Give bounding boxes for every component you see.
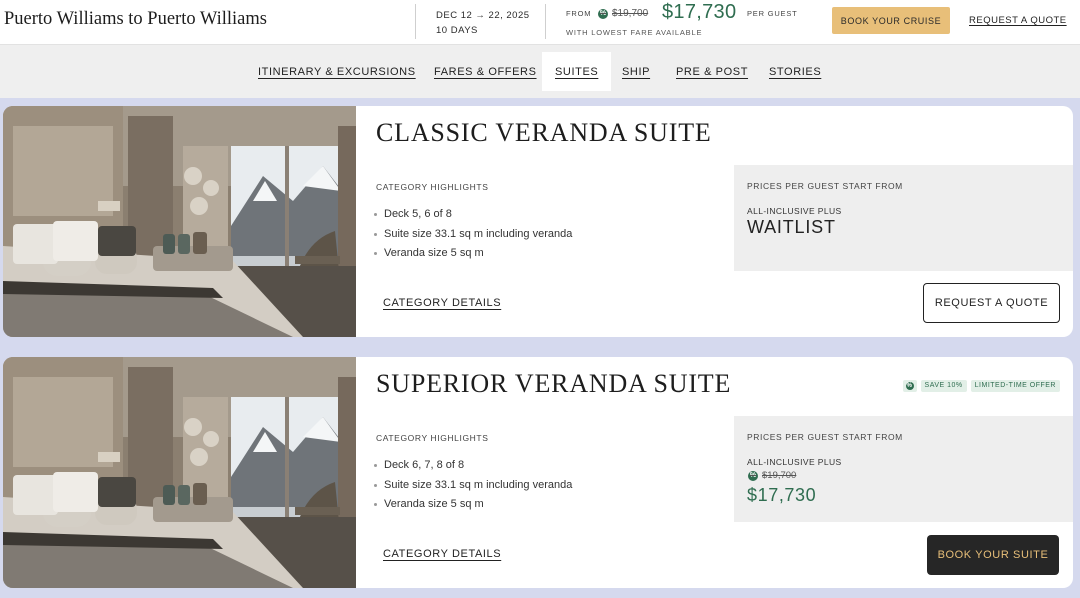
suite-title: SUPERIOR VERANDA SUITE: [376, 369, 732, 398]
highlights-list: Deck 5, 6 of 8 Suite size 33.1 sq m incl…: [374, 205, 572, 264]
lowest-fare-note: WITH LOWEST FARE AVAILABLE: [566, 28, 703, 37]
suite-card: CLASSIC VERANDA SUITE CATEGORY HIGHLIGHT…: [3, 106, 1073, 337]
highlight-item: Deck 5, 6 of 8: [374, 205, 572, 225]
original-price: % $19,700: [598, 8, 648, 19]
tab-suites[interactable]: SUITES: [542, 52, 612, 91]
highlight-item: Suite size 33.1 sq m including veranda: [374, 476, 572, 496]
current-price: $17,730: [662, 1, 737, 23]
highlight-item: Veranda size 5 sq m: [374, 495, 572, 515]
per-guest-label: PER GUEST: [747, 9, 798, 18]
section-nav: ITINERARY & EXCURSIONS FARES & OFFERS SU…: [0, 44, 1080, 98]
category-details-link[interactable]: CATEGORY DETAILS: [383, 548, 501, 560]
discount-badge-icon: %: [598, 8, 608, 19]
suite-photo[interactable]: [3, 106, 356, 337]
suite-price: $17,730: [747, 485, 817, 505]
voyage-title: Puerto Williams to Puerto Williams: [4, 9, 267, 29]
fare-tier: ALL-INCLUSIVE PLUS: [747, 206, 842, 216]
suite-photo[interactable]: [3, 357, 356, 588]
tab-ship[interactable]: SHIP: [622, 52, 650, 91]
book-cruise-button[interactable]: BOOK YOUR CRUISE: [832, 7, 950, 34]
original-price: % $19,700: [748, 470, 796, 481]
book-suite-button[interactable]: BOOK YOUR SUITE: [927, 535, 1059, 575]
date-range: DEC 12 → 22, 2025: [436, 10, 530, 21]
voyage-duration: 10 DAYS: [436, 25, 478, 36]
from-label: FROM: [566, 9, 592, 18]
price-panel: PRICES PER GUEST START FROM ALL-INCLUSIV…: [734, 165, 1073, 271]
availability-status: WAITLIST: [747, 217, 836, 237]
divider: [415, 4, 416, 39]
highlight-item: Deck 6, 7, 8 of 8: [374, 456, 572, 476]
discount-badge-icon: %: [905, 382, 914, 390]
highlight-item: Suite size 33.1 sq m including veranda: [374, 225, 572, 245]
highlights-label: CATEGORY HIGHLIGHTS: [376, 182, 489, 192]
highlight-item: Veranda size 5 sq m: [374, 244, 572, 264]
fare-tier: ALL-INCLUSIVE PLUS: [747, 457, 842, 467]
price-panel: PRICES PER GUEST START FROM ALL-INCLUSIV…: [734, 416, 1073, 522]
category-details-link[interactable]: CATEGORY DETAILS: [383, 297, 501, 309]
voyage-dates: DEC 12 → 22, 2025 10 DAYS: [436, 8, 530, 38]
prices-label: PRICES PER GUEST START FROM: [747, 181, 903, 191]
discount-tag: %: [902, 380, 917, 392]
suite-card: SUPERIOR VERANDA SUITE % SAVE 10% LIMITE…: [3, 357, 1073, 588]
original-price-value: $19,700: [762, 470, 797, 481]
tab-itinerary-excursions[interactable]: ITINERARY & EXCURSIONS: [258, 52, 416, 91]
tab-stories[interactable]: STORIES: [769, 52, 821, 91]
voyage-header: Puerto Williams to Puerto Williams DEC 1…: [0, 0, 1080, 44]
divider: [545, 4, 546, 39]
limited-offer-tag: LIMITED-TIME OFFER: [970, 380, 1060, 392]
highlights-list: Deck 6, 7, 8 of 8 Suite size 33.1 sq m i…: [374, 456, 572, 515]
prices-label: PRICES PER GUEST START FROM: [747, 432, 903, 442]
request-quote-link[interactable]: REQUEST A QUOTE: [969, 15, 1067, 26]
tab-pre-post[interactable]: PRE & POST: [676, 52, 748, 91]
request-quote-button[interactable]: REQUEST A QUOTE: [923, 283, 1060, 323]
offer-tags: % SAVE 10% LIMITED-TIME OFFER: [902, 380, 1060, 392]
tab-fares-offers[interactable]: FARES & OFFERS: [434, 52, 537, 91]
original-price-value: $19,700: [612, 8, 649, 19]
discount-badge-icon: %: [748, 470, 758, 481]
suite-title: CLASSIC VERANDA SUITE: [376, 118, 712, 147]
save-tag: SAVE 10%: [920, 380, 967, 392]
highlights-label: CATEGORY HIGHLIGHTS: [376, 433, 489, 443]
from-price: FROM % $19,700 $17,730 PER GUEST WITH LO…: [566, 1, 806, 42]
